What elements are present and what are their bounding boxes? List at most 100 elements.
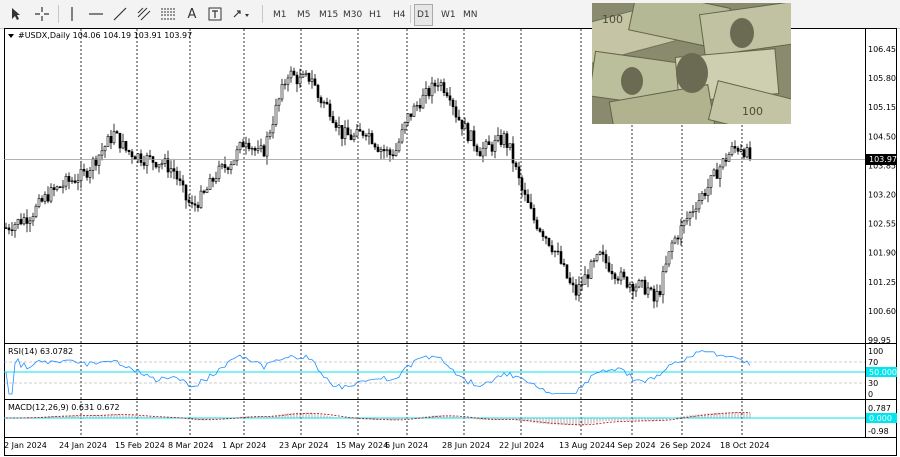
candle-body [490,144,494,152]
candle-body [499,135,503,145]
candle-body [160,163,164,165]
candle-body [391,154,395,157]
candle-body [715,169,719,179]
candle-body [508,143,512,148]
candle-body [139,153,143,163]
candle-body [214,178,218,182]
candle-body [88,170,92,178]
candle-body [397,141,401,152]
candle-body [10,229,14,231]
candle-body [97,154,101,166]
candle-body [445,92,449,97]
candle-body [271,124,275,134]
candle-body [718,166,722,179]
candle-body [634,286,638,292]
candle-body [79,169,83,181]
candle-body [745,147,749,158]
candle-body [136,153,140,160]
candle-body [220,164,224,167]
candle-body [358,129,362,132]
candle-body [373,143,377,148]
price-tick-label: 101.90 [868,249,896,258]
candle-body [676,237,680,240]
candle-body [58,186,62,189]
candle-body [355,129,359,137]
price-tick-label: 99.95 [868,336,891,345]
money-photo: 100 100 [592,3,791,124]
candle-body [13,224,17,231]
candle-body [487,141,491,145]
price-tick-label: 101.25 [868,278,896,287]
candle-body [658,291,662,296]
date-label: 8 Mar 2024 [168,441,214,450]
date-label: 15 Feb 2024 [115,441,165,450]
candle-body [295,74,299,85]
candle-body [349,134,353,140]
candle-body [388,149,392,156]
candle-body [574,284,578,296]
candle-body [493,140,497,152]
candle-body [286,77,290,85]
candle-body [688,212,692,219]
candle-body [262,145,266,157]
candle-body [553,250,557,253]
candle-body [610,270,614,275]
date-label: 18 Oct 2024 [720,441,769,450]
date-label: 28 Jun 2024 [442,441,490,450]
candle-body [100,150,104,156]
candle-body [460,119,464,130]
candle-body [199,190,203,208]
candle-body [529,202,533,209]
candle-body [223,164,227,169]
candle-body [379,149,383,152]
candle-body [34,205,38,217]
candle-body [556,250,560,253]
candle-body [130,151,134,157]
candle-body [133,156,137,160]
candle-body [517,166,521,179]
candle-body [709,175,713,188]
candle-body [472,130,476,147]
candle-body [337,125,341,128]
price-tick-label: 104.50 [868,132,896,141]
candle-body [418,105,422,109]
candle-body [706,187,710,196]
price-tick-label: 106.45 [868,45,896,54]
candle-body [94,158,98,166]
candle-body [109,136,113,144]
candle-body [532,208,536,221]
candle-body [679,225,683,240]
candle-body [343,127,347,139]
collapse-triangle-icon[interactable] [8,34,14,38]
macd-label: MACD(12,26,9) 0.631 0.672 [8,403,120,412]
candle-body [196,204,200,208]
candle-body [697,200,701,210]
candle-body [292,70,296,76]
macd-value-label: 0.000 [869,414,892,423]
candle-body [172,168,176,172]
candle-body [550,245,554,253]
candle-body [4,227,8,229]
candle-body [589,261,593,279]
candle-body [91,158,95,171]
candle-body [361,130,365,136]
candle-body [169,168,173,173]
candle-body [742,149,746,158]
candle-body [691,211,695,213]
candle-body [217,165,221,179]
candle-body [601,251,605,255]
candle-body [247,142,251,149]
candle-body [340,125,344,139]
candle-body [178,178,182,181]
candle-body [664,263,668,272]
candle-body [316,84,320,98]
candle-body [385,149,389,152]
candle-body [523,189,527,195]
candle-body [70,180,74,182]
candle-body [652,288,656,302]
candle-body [466,123,470,142]
candle-body [649,287,653,290]
candle-body [595,254,599,261]
date-label: 15 May 2024 [336,441,388,450]
candle-body [244,142,248,148]
